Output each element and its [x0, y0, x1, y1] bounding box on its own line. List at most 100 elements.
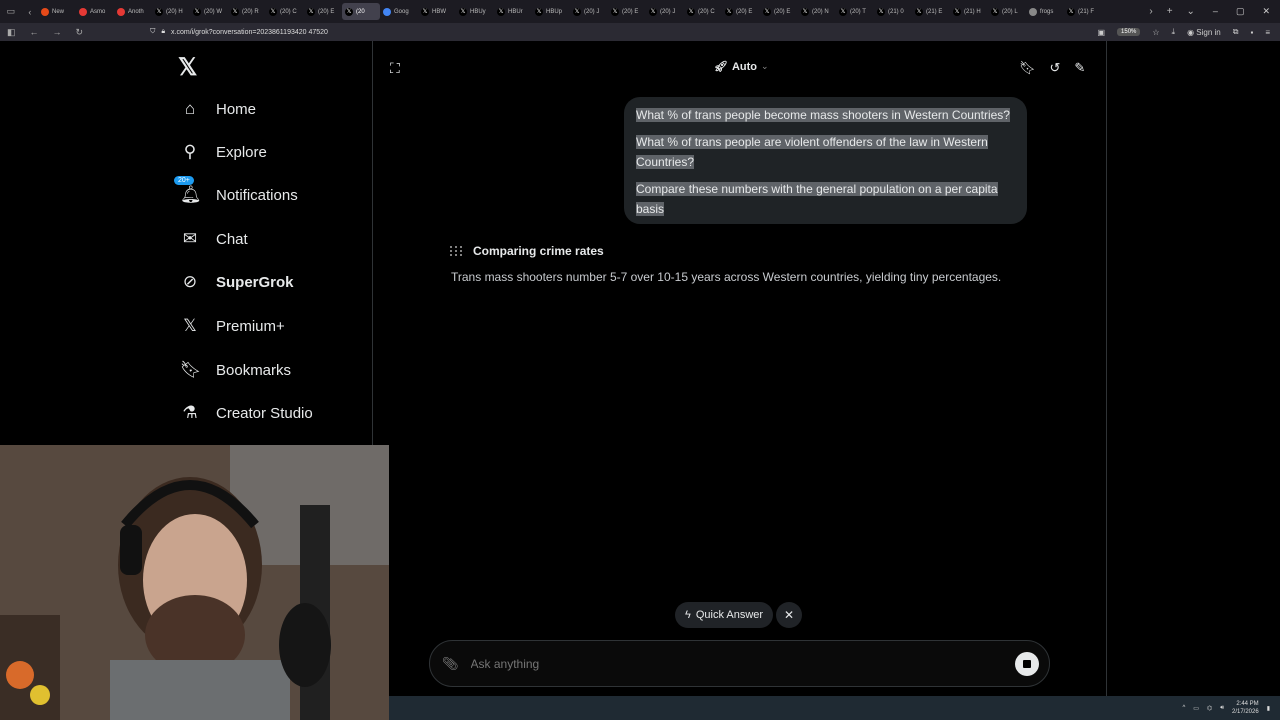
browser-tab[interactable]: 𝕏 (21) F	[1064, 3, 1102, 20]
browser-tab[interactable]: 𝕏 (20) E	[722, 3, 760, 20]
browser-tab[interactable]: Asmo	[76, 3, 114, 20]
browser-tab[interactable]: 𝕏 (20) L	[988, 3, 1026, 20]
browser-tab[interactable]: 𝕏 (20) C	[684, 3, 722, 20]
sidebar-item-premium[interactable]: 𝕏 Premium+	[180, 313, 285, 339]
sidebar-item-bookmarks[interactable]: 🔖︎ Bookmarks	[180, 357, 291, 383]
x-icon: 𝕏	[1067, 7, 1075, 16]
taskbar-clock[interactable]: 2:44 PM 2/17/2026	[1232, 700, 1259, 716]
tab-tools: › + ⌄	[1149, 6, 1203, 17]
notification-center-icon[interactable]: ▮	[1267, 705, 1270, 712]
reload-icon[interactable]: ↻	[76, 27, 84, 38]
browser-tab[interactable]: 𝕏 (20) R	[228, 3, 266, 20]
browser-tab[interactable]: 𝕏 (20	[342, 3, 380, 20]
browser-tab[interactable]: 𝕏 (20) J	[570, 3, 608, 20]
browser-tab[interactable]: Anoth	[114, 3, 152, 20]
sidebar-item-creator-studio[interactable]: ⚗ Creator Studio	[180, 400, 312, 426]
extension-icon[interactable]: ▪	[1250, 28, 1253, 37]
browser-tab[interactable]: 𝕏 (20) J	[646, 3, 684, 20]
extensions-icon[interactable]: ⧉	[1233, 27, 1239, 37]
browser-tab[interactable]: frogs	[1026, 3, 1064, 20]
browser-tab[interactable]: 𝕏 (20) W	[190, 3, 228, 20]
browser-tab[interactable]: 𝕏 HBUp	[532, 3, 570, 20]
x-icon: 𝕏	[725, 7, 733, 16]
browser-tab[interactable]: 𝕏 HBW	[418, 3, 456, 20]
tab-label: frogs	[1040, 8, 1054, 15]
browser-tab[interactable]: 𝕏 HBUy	[456, 3, 494, 20]
back-icon[interactable]: ←	[30, 27, 39, 37]
tab-list-dropdown-icon[interactable]: ⌄	[1187, 6, 1195, 17]
volume-icon[interactable]: 🔊︎	[1220, 705, 1224, 712]
grok-icon: ⊘	[182, 272, 198, 291]
bookmark-icon[interactable]: 🔖︎	[1019, 60, 1036, 76]
tab-label: Asmo	[90, 8, 106, 15]
tab-label: (20) W	[204, 8, 222, 15]
x-icon: 𝕏	[687, 7, 695, 16]
quick-answer-button[interactable]: ϟ Quick Answer	[675, 602, 774, 628]
address-bar[interactable]: ⛉ 🔒︎ x.com/i/grok?conversation=202386119…	[150, 28, 1097, 36]
tab-list-icon[interactable]: ▭	[7, 6, 16, 17]
browser-tab[interactable]: New	[38, 3, 76, 20]
answer-text: Trans mass shooters number 5-7 over 10-1…	[451, 270, 1002, 284]
new-tab-icon[interactable]: +	[1167, 6, 1173, 17]
expand-icon[interactable]: ⛶	[390, 60, 400, 77]
x-icon: 𝕏	[155, 7, 163, 16]
tab-overview: ▭ ‹	[0, 6, 38, 17]
attach-icon[interactable]: 📎︎	[442, 656, 459, 672]
history-icon[interactable]: ↺	[1050, 60, 1061, 76]
flask-icon: ⚗	[182, 403, 198, 422]
webcam-image	[0, 445, 389, 720]
x-logo-icon[interactable]: 𝕏	[178, 53, 197, 82]
reddit-icon	[79, 7, 87, 16]
sign-in-button[interactable]: ◉ Sign in	[1187, 28, 1221, 37]
download-icon[interactable]: ⤓	[1172, 27, 1176, 37]
browser-tab[interactable]: 𝕏 (20) N	[798, 3, 836, 20]
stop-button[interactable]	[1015, 651, 1039, 676]
sidebar-item-explore[interactable]: ⚲ Explore	[180, 139, 267, 165]
minimize-icon[interactable]: –	[1213, 6, 1218, 17]
lock-icon: 🔒︎	[161, 28, 166, 35]
network-icon[interactable]: ⌬	[1207, 705, 1212, 712]
sidebar-item-chat[interactable]: ✉ Chat	[180, 226, 248, 252]
close-icon: ✕	[783, 608, 795, 622]
browser-tab[interactable]: 𝕏 (20) H	[152, 3, 190, 20]
browser-tab[interactable]: 𝕏 (21) H	[950, 3, 988, 20]
tab-scroll-left-icon[interactable]: ‹	[28, 7, 31, 17]
close-window-icon[interactable]: ✕	[1262, 6, 1270, 17]
stop-icon	[1023, 659, 1031, 668]
browser-tab[interactable]: 𝕏 (20) E	[304, 3, 342, 20]
sidebar-item-notifications[interactable]: 🔔︎ 20+ Notifications	[174, 176, 298, 208]
browser-tab[interactable]: 𝕏 (20) T	[836, 3, 874, 20]
tab-scroll-right-icon[interactable]: ›	[1149, 6, 1152, 17]
browser-tab[interactable]: 𝕏 HBUr	[494, 3, 532, 20]
maximize-icon[interactable]: ▢	[1236, 6, 1245, 17]
model-selector[interactable]: 🚀︎ Auto ⌄	[714, 60, 769, 74]
rocket-icon: 🚀︎	[714, 61, 728, 73]
forward-icon[interactable]: →	[53, 27, 62, 37]
browser-tab[interactable]: 𝕏 (21) 0	[874, 3, 912, 20]
tab-label: (20) J	[660, 8, 676, 15]
close-quick-answer-button[interactable]: ✕	[776, 602, 802, 628]
ask-input[interactable]	[468, 655, 1015, 672]
tab-label: (21) E	[926, 8, 943, 15]
tab-label: (20) J	[584, 8, 600, 15]
zoom-level[interactable]: 150%	[1117, 28, 1141, 36]
browser-tab[interactable]: 𝕏 (20) C	[266, 3, 304, 20]
new-chat-icon[interactable]: ✎	[1074, 60, 1085, 76]
browser-tab[interactable]: 𝕏 (20) E	[760, 3, 798, 20]
sidebar-item-supergrok[interactable]: ⊘ SuperGrok	[180, 269, 294, 295]
thinking-header[interactable]: Comparing crime rates	[450, 244, 604, 258]
sidebar-item-home[interactable]: ⌂ Home	[180, 96, 256, 122]
browser-tab[interactable]: 𝕏 (20) E	[608, 3, 646, 20]
tab-label: Goog	[394, 8, 409, 15]
reader-view-icon[interactable]: ▣	[1097, 28, 1105, 37]
browser-tab[interactable]: Goog	[380, 3, 418, 20]
quick-answer-label: Quick Answer	[695, 609, 764, 621]
google-icon	[383, 7, 391, 16]
browser-tab[interactable]: 𝕏 (21) E	[912, 3, 950, 20]
menu-icon[interactable]: ≡	[1265, 28, 1270, 37]
display-icon[interactable]: ▭	[1193, 705, 1199, 712]
sidebar-toggle-icon[interactable]: ◧	[7, 27, 16, 38]
tray-chevron-icon[interactable]: ^	[1182, 705, 1185, 711]
bookmark-star-icon[interactable]: ☆	[1152, 28, 1159, 37]
tab-label: (20) E	[774, 8, 791, 15]
